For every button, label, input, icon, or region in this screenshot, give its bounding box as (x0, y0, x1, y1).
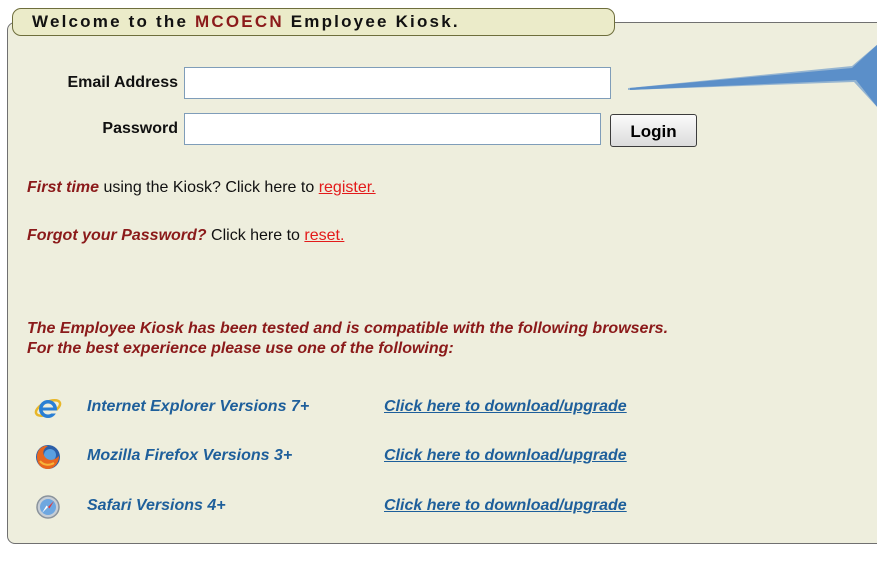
browser-compatibility-notice: The Employee Kiosk has been tested and i… (27, 319, 668, 359)
forgot-text: Click here to (206, 227, 305, 244)
first-time-text: using the Kiosk? Click here to (99, 179, 319, 196)
forgot-line: Forgot your Password? Click here to rese… (27, 226, 344, 246)
first-time-emphasis: First time (27, 179, 100, 196)
download-link-safari[interactable]: Click here to download/upgrade (384, 497, 627, 515)
password-label: Password (102, 120, 178, 137)
password-field[interactable] (184, 113, 601, 145)
safari-icon (36, 495, 60, 519)
browser-name: Internet Explorer Versions 7+ (87, 398, 310, 415)
download-link-firefox[interactable]: Click here to download/upgrade (384, 447, 627, 465)
title-brand: MCOECN (195, 12, 284, 31)
browser-row: Safari Versions 4+ Click here to downloa… (34, 493, 734, 521)
title-suffix: Employee Kiosk. (283, 12, 460, 31)
email-label: Email Address (67, 74, 178, 91)
reset-password-link[interactable]: reset. (304, 227, 344, 244)
title-prefix: Welcome to the (32, 12, 196, 31)
notice-line-1: The Employee Kiosk has been tested and i… (27, 320, 669, 337)
register-link[interactable]: register. (319, 179, 376, 196)
browser-row: Internet Explorer Versions 7+ Click here… (34, 394, 734, 422)
browser-name: Safari Versions 4+ (87, 497, 226, 514)
browser-row: Mozilla Firefox Versions 3+ Click here t… (34, 443, 734, 471)
login-button[interactable]: Login (610, 114, 697, 147)
page-title: Welcome to the MCOECN Employee Kiosk. (12, 8, 615, 36)
first-time-line: First time using the Kiosk? Click here t… (27, 178, 376, 198)
browser-name: Mozilla Firefox Versions 3+ (87, 447, 293, 464)
notice-line-2: For the best experience please use one o… (27, 340, 454, 357)
internet-explorer-icon (34, 399, 62, 418)
email-field[interactable] (184, 67, 611, 99)
firefox-icon (36, 445, 60, 469)
forgot-emphasis: Forgot your Password? (27, 227, 207, 244)
callout-pointer (628, 44, 877, 107)
download-link-ie[interactable]: Click here to download/upgrade (384, 398, 627, 416)
